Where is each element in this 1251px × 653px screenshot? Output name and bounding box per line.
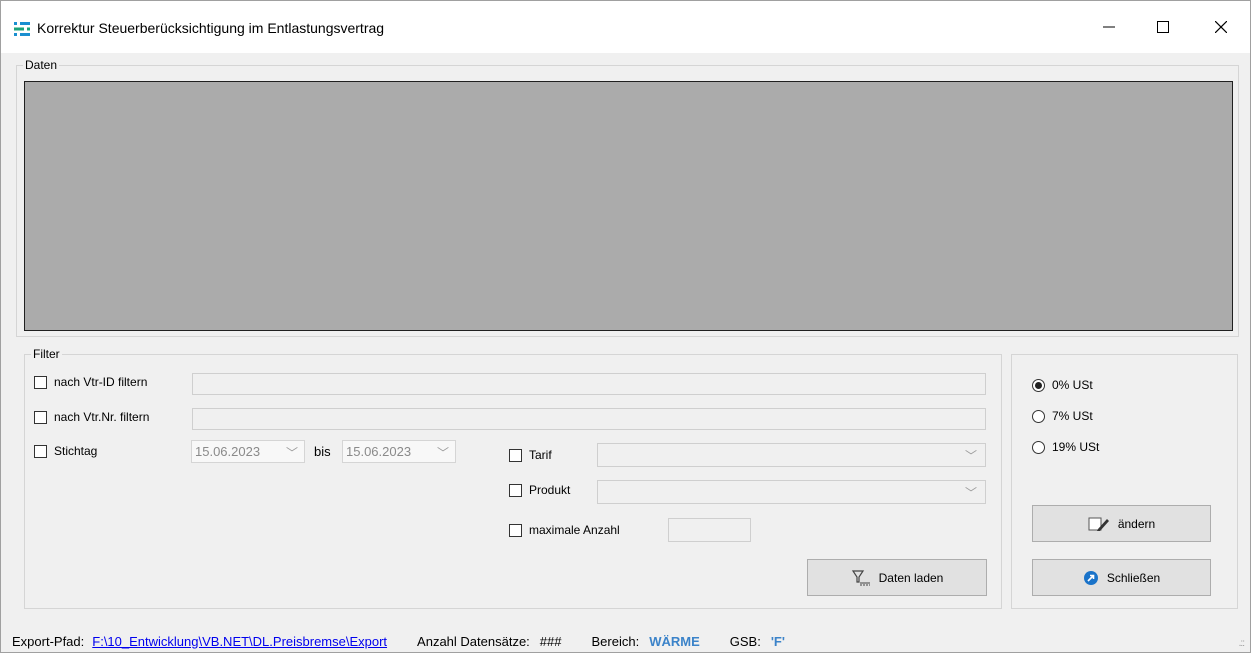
title-bar[interactable]: Korrektur Steuerberücksichtigung im Entl… — [1, 1, 1250, 53]
vtr-id-filter-checkbox[interactable]: nach Vtr-ID filtern — [34, 375, 147, 389]
produkt-select[interactable]: ﹀ — [597, 480, 986, 504]
max-anzahl-input[interactable] — [668, 518, 751, 542]
produkt-label: Produkt — [529, 483, 571, 497]
checkbox-box[interactable] — [34, 375, 47, 389]
filter-icon — [851, 569, 871, 587]
max-anzahl-label: maximale Anzahl — [529, 523, 620, 537]
record-count-value: ### — [539, 633, 562, 649]
data-group-label: Daten — [23, 58, 60, 72]
chevron-down-icon[interactable]: ﹀ — [437, 444, 449, 461]
vtr-nr-filter-checkbox[interactable]: nach Vtr.Nr. filtern — [34, 410, 149, 424]
to-date-value: 15.06.2023 — [346, 444, 412, 459]
vtr-id-input[interactable] — [192, 373, 986, 395]
checkbox-box[interactable] — [509, 483, 522, 497]
radio-0-ust-label: 0% USt — [1052, 378, 1093, 392]
area-label: Bereich: — [591, 633, 640, 649]
radio-circle[interactable] — [1032, 440, 1045, 454]
vtr-nr-filter-label: nach Vtr.Nr. filtern — [54, 410, 150, 424]
close-window-button[interactable] — [1198, 1, 1244, 53]
resize-grip-icon[interactable]: .:: — [1239, 638, 1245, 649]
checkbox-box[interactable] — [509, 448, 522, 462]
app-icon — [14, 21, 30, 37]
checkbox-box[interactable] — [34, 444, 47, 458]
tarif-checkbox[interactable]: Tarif — [509, 448, 552, 462]
tarif-select[interactable]: ﹀ — [597, 443, 986, 467]
close-circle-icon — [1083, 570, 1099, 586]
maximize-button[interactable] — [1140, 1, 1186, 53]
change-label: ändern — [1117, 516, 1156, 531]
vtr-id-filter-label: nach Vtr-ID filtern — [54, 375, 148, 389]
window-title: Korrektur Steuerberücksichtigung im Entl… — [37, 20, 385, 36]
stichtag-label: Stichtag — [54, 444, 98, 458]
main-window: Korrektur Steuerberücksichtigung im Entl… — [0, 0, 1251, 653]
export-path-link[interactable]: F:\10_Entwicklung\VB.NET\DL.Preisbremse\… — [92, 634, 387, 649]
stichtag-checkbox[interactable]: Stichtag — [34, 444, 97, 458]
bis-label: bis — [314, 444, 331, 459]
checkbox-box[interactable] — [509, 523, 522, 537]
radio-7-ust-label: 7% USt — [1052, 409, 1093, 423]
change-button[interactable]: ändern — [1032, 505, 1211, 542]
chevron-down-icon[interactable]: ﹀ — [286, 444, 298, 461]
gsb-value: 'F' — [770, 633, 785, 649]
close-icon — [1215, 21, 1227, 33]
from-date-value: 15.06.2023 — [195, 444, 261, 459]
data-grid[interactable] — [24, 81, 1233, 331]
record-count-label: Anzahl Datensätze: — [417, 633, 530, 649]
radio-dot — [1035, 381, 1042, 389]
minimize-icon — [1103, 26, 1115, 28]
radio-7-ust[interactable]: 7% USt — [1032, 409, 1093, 423]
stichtag-from-date[interactable]: 15.06.2023 ﹀ — [191, 440, 305, 463]
close-label: Schließen — [1106, 570, 1161, 585]
filter-group-label: Filter — [31, 347, 62, 361]
close-button[interactable]: Schließen — [1032, 559, 1211, 596]
status-bar: Export-Pfad: F:\10_Entwicklung\VB.NET\DL… — [1, 630, 1250, 652]
minimize-button[interactable] — [1086, 1, 1132, 53]
chevron-down-icon[interactable]: ﹀ — [965, 447, 977, 464]
gsb-label: GSB: — [729, 633, 761, 649]
radio-circle[interactable] — [1032, 409, 1045, 423]
load-data-label: Daten laden — [878, 570, 944, 585]
radio-circle[interactable] — [1032, 378, 1045, 392]
export-path-label: Export-Pfad: — [12, 633, 85, 649]
radio-19-ust-label: 19% USt — [1052, 440, 1100, 454]
produkt-checkbox[interactable]: Produkt — [509, 483, 570, 497]
maximize-icon — [1157, 21, 1169, 33]
stichtag-to-date[interactable]: 15.06.2023 ﹀ — [342, 440, 456, 463]
vtr-nr-input[interactable] — [192, 408, 986, 430]
load-data-button[interactable]: Daten laden — [807, 559, 987, 596]
max-anzahl-checkbox[interactable]: maximale Anzahl — [509, 523, 620, 537]
edit-icon — [1088, 516, 1110, 532]
tarif-label: Tarif — [529, 448, 552, 462]
chevron-down-icon[interactable]: ﹀ — [965, 484, 977, 501]
checkbox-box[interactable] — [34, 410, 47, 424]
radio-0-ust[interactable]: 0% USt — [1032, 378, 1093, 392]
area-value: WÄRME — [649, 633, 700, 649]
radio-19-ust[interactable]: 19% USt — [1032, 440, 1099, 454]
